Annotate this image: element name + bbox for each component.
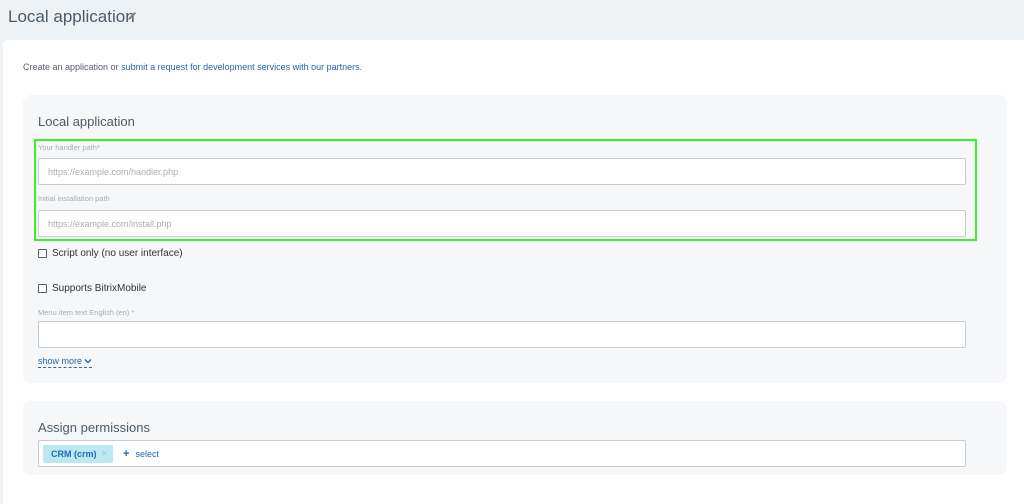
permissions-selector[interactable]: CRM (crm) × + select <box>38 440 966 467</box>
menu-item-text-input[interactable] <box>38 321 966 348</box>
handler-path-label: Your handler path* <box>38 143 100 152</box>
intro-text: Create an application or submit a reques… <box>23 62 362 72</box>
script-only-label: Script only (no user interface) <box>52 247 183 259</box>
local-application-section: Local application Your handler path* Ini… <box>23 95 1007 383</box>
install-path-input[interactable] <box>38 210 966 237</box>
script-only-option[interactable]: Script only (no user interface) <box>38 247 183 259</box>
bitrix-mobile-checkbox[interactable] <box>38 283 47 293</box>
permission-tag-crm: CRM (crm) × <box>43 445 113 463</box>
partners-request-link[interactable]: submit a request for development service… <box>121 62 362 72</box>
local-application-title: Local application <box>38 114 135 129</box>
page-title: Local application <box>8 7 135 26</box>
plus-icon: + <box>123 448 130 460</box>
page-header: Local application <box>0 0 1024 40</box>
chevron-down-icon <box>84 359 92 364</box>
permissions-section: Assign permissions CRM (crm) × + select <box>23 401 1007 475</box>
show-more-label: show more <box>38 356 83 366</box>
pencil-icon[interactable] <box>127 11 137 21</box>
intro-prefix: Create an application or <box>23 62 122 72</box>
add-permission-button[interactable]: + select <box>123 448 159 460</box>
script-only-checkbox[interactable] <box>38 248 47 258</box>
remove-tag-icon[interactable]: × <box>102 448 107 458</box>
install-path-label: Initial installation path <box>38 194 110 203</box>
handler-path-input[interactable] <box>38 158 966 185</box>
menu-item-text-label: Menu item text English (en) * <box>38 308 135 317</box>
bitrix-mobile-label: Supports BitrixMobile <box>52 282 147 294</box>
add-permission-label: select <box>135 449 159 459</box>
show-more-link[interactable]: show more <box>38 356 93 368</box>
permissions-title: Assign permissions <box>38 420 150 435</box>
bitrix-mobile-option[interactable]: Supports BitrixMobile <box>38 282 146 294</box>
permission-tag-label: CRM (crm) <box>51 449 97 459</box>
